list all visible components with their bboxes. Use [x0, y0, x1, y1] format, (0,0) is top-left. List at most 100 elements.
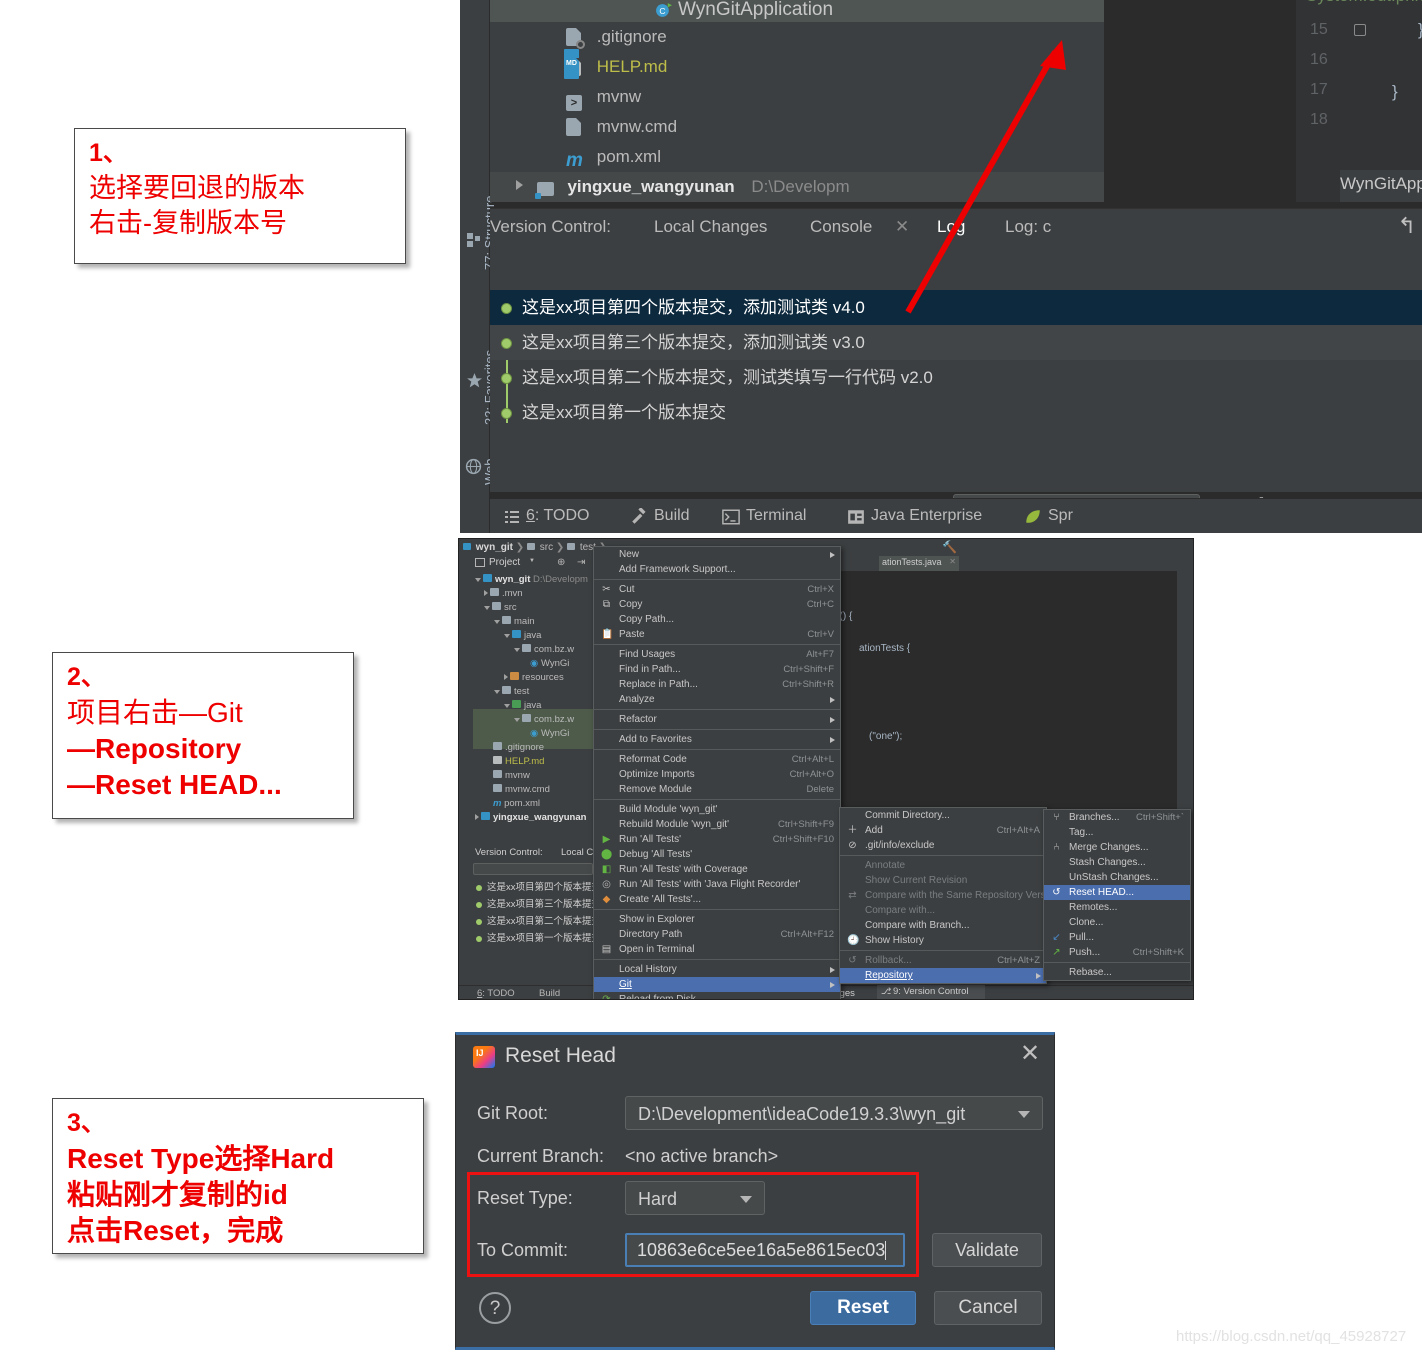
menu-item-optimize-imports[interactable]: Optimize Imports Ctrl+Alt+O — [594, 767, 840, 782]
tree-item-yingxue-wangyunan[interactable]: yingxue_wangyunan — [473, 811, 601, 825]
statusbar-java-enterprise[interactable]: Java Enterprise — [871, 507, 982, 525]
tree-item-wyngit-class[interactable]: ◉ WynGi — [473, 657, 601, 671]
menu-item-paste[interactable]: 📋 Paste Ctrl+V — [594, 627, 840, 642]
validate-button[interactable]: Validate — [932, 1233, 1042, 1267]
menu-item-find-in-path[interactable]: Find in Path... Ctrl+Shift+F — [594, 662, 840, 677]
menu-item-git-info-exclude[interactable]: ⊘ .git/info/exclude — [840, 838, 1046, 853]
menu-item-compare-with-branch[interactable]: Compare with Branch... — [840, 918, 1046, 933]
close-icon[interactable]: ✕ — [1018, 1042, 1042, 1067]
reset-button[interactable]: Reset — [810, 1291, 916, 1325]
chevron-down-icon[interactable] — [494, 620, 500, 624]
menu-item-remove-module[interactable]: Remove Module Delete — [594, 782, 840, 797]
menu-item-rebase[interactable]: Rebase... — [1044, 965, 1190, 980]
statusbar-terminal[interactable]: Terminal — [746, 507, 806, 525]
target-icon[interactable]: ⊕ — [557, 557, 565, 568]
tree-item-help-md[interactable]: MD HELP.md — [490, 49, 1104, 82]
tree-item-help-md[interactable]: HELP.md — [473, 755, 601, 769]
menu-item-copy[interactable]: ⧉ Copy Ctrl+C — [594, 597, 840, 612]
menu-item-clone[interactable]: Clone... — [1044, 915, 1190, 930]
tree-item-main-java[interactable]: java — [473, 629, 601, 643]
tab-log[interactable]: Log — [937, 217, 965, 237]
menu-item-git[interactable]: Git — [594, 977, 840, 992]
chevron-down-icon[interactable] — [475, 578, 481, 582]
menu-item-tag[interactable]: Tag... — [1044, 825, 1190, 840]
menu-item-new[interactable]: New — [594, 547, 840, 562]
menu-item-repository[interactable]: Repository — [840, 968, 1046, 983]
menu-item-directory-path[interactable]: Directory Path Ctrl+Alt+F12 — [594, 927, 840, 942]
menu-item-rebuild-module[interactable]: Rebuild Module 'wyn_git' Ctrl+Shift+F9 — [594, 817, 840, 832]
menu-item-show-in-explorer[interactable]: Show in Explorer — [594, 912, 840, 927]
collapse-icon[interactable]: ⇥ — [577, 557, 585, 568]
git-root-select[interactable]: D:\Development\ideaCode19.3.3\wyn_git — [625, 1096, 1043, 1130]
statusbar-build[interactable]: Build — [539, 988, 560, 999]
menu-item-merge-changes[interactable]: ⑃ Merge Changes... — [1044, 840, 1190, 855]
open-file-tab[interactable]: ationTests.java ✕ — [879, 556, 959, 571]
menu-item-commit-directory[interactable]: Commit Directory... — [840, 808, 1046, 823]
tree-item-package-main[interactable]: com.bz.w — [473, 643, 601, 657]
tree-item-mvnw[interactable]: mvnw — [473, 769, 601, 783]
menu-item-remotes[interactable]: Remotes... — [1044, 900, 1190, 915]
menu-item-reload-from-disk[interactable]: ⟳ Reload from Disk — [594, 992, 840, 999]
menu-item-reset-head[interactable]: ↺ Reset HEAD... — [1044, 885, 1190, 900]
menu-item-show-history[interactable]: 🕘 Show History — [840, 933, 1046, 948]
chevron-down-icon[interactable] — [514, 718, 520, 722]
tree-item-gitignore[interactable]: .gitignore — [490, 22, 1104, 52]
menu-item-run-all-tests-coverage[interactable]: ◧ Run 'All Tests' with Coverage — [594, 862, 840, 877]
editor-tab[interactable]: C WynGitApplication — [490, 0, 1104, 22]
menu-item-copy-path[interactable]: Copy Path... — [594, 612, 840, 627]
commit-row[interactable]: 这是xx项目第二个版本提交，测试类填写一行代码 v2.0 — [490, 360, 1422, 395]
chevron-right-icon[interactable] — [504, 674, 508, 680]
help-button[interactable]: ? — [479, 1292, 511, 1324]
commit-row[interactable]: 这是xx项目第一个版本提交 — [490, 395, 1422, 430]
menu-item-find-usages[interactable]: Find Usages Alt+F7 — [594, 647, 840, 662]
hammer-icon[interactable]: 🔨 — [942, 540, 957, 554]
tab-console[interactable]: Console — [810, 217, 872, 237]
tree-item-src[interactable]: src — [473, 601, 601, 615]
statusbar-version-control-button[interactable]: ⎇ 9: Version Control — [877, 985, 985, 999]
chevron-down-icon[interactable] — [514, 648, 520, 652]
chevron-down-icon[interactable] — [484, 606, 490, 610]
menu-item-analyze[interactable]: Analyze — [594, 692, 840, 707]
menu-item-build-module[interactable]: Build Module 'wyn_git' — [594, 802, 840, 817]
fold-marker-icon[interactable] — [1354, 24, 1366, 36]
tab-local-changes[interactable]: Local Changes — [654, 217, 767, 237]
tree-item-wyngit-test-class[interactable]: ◉ WynGi — [473, 727, 601, 741]
search-input[interactable] — [473, 863, 593, 875]
chevron-down-icon[interactable] — [504, 634, 510, 638]
tree-item-gitignore[interactable]: .gitignore — [473, 741, 601, 755]
tree-item-mvnw-cmd[interactable]: mvnw.cmd — [473, 783, 601, 797]
tree-item-pom-xml[interactable]: m pom.xml — [490, 142, 1104, 172]
statusbar-todo-label[interactable]: : TODO — [535, 507, 590, 524]
project-label[interactable]: Project — [489, 557, 520, 568]
menu-item-reformat-code[interactable]: Reformat Code Ctrl+Alt+L — [594, 752, 840, 767]
menu-item-pull[interactable]: ↙ Pull... — [1044, 930, 1190, 945]
tree-item-test[interactable]: test — [473, 685, 601, 699]
tree-item-package-test[interactable]: com.bz.w — [473, 713, 601, 727]
breadcrumb-item[interactable]: wyn_git — [476, 542, 513, 553]
menu-item-branches[interactable]: ⑂ Branches... Ctrl+Shift+` — [1044, 810, 1190, 825]
chevron-down-icon[interactable]: ▼ — [529, 558, 535, 564]
tree-item-yingxue-wangyunan[interactable]: yingxue_wangyunan D:\Developm — [490, 172, 1104, 202]
commit-row[interactable]: 这是xx项目第三个版本提交，添加测试类 v3.0 — [490, 325, 1422, 360]
close-icon[interactable]: ✕ — [895, 217, 909, 237]
menu-item-add-framework-support[interactable]: Add Framework Support... — [594, 562, 840, 577]
chevron-right-icon[interactable] — [484, 590, 488, 596]
tab-log-c[interactable]: Log: c — [1005, 217, 1051, 237]
tree-item-mvn[interactable]: .mvn — [473, 587, 601, 601]
tree-item-test-java[interactable]: java — [473, 699, 601, 713]
cancel-button[interactable]: Cancel — [934, 1291, 1042, 1325]
statusbar-todo-label[interactable]: : TODO — [482, 988, 514, 999]
statusbar-build[interactable]: Build — [654, 507, 690, 525]
chevron-right-icon[interactable] — [516, 180, 523, 190]
menu-item-cut[interactable]: ✂ Cut Ctrl+X — [594, 582, 840, 597]
statusbar-spring[interactable]: Spr — [1048, 507, 1073, 525]
tree-item-mvnw[interactable]: > mvnw — [490, 82, 1104, 112]
menu-item-local-history[interactable]: Local History — [594, 962, 840, 977]
menu-item-open-in-terminal[interactable]: ▤ Open in Terminal — [594, 942, 840, 957]
menu-item-stash-changes[interactable]: Stash Changes... — [1044, 855, 1190, 870]
breadcrumb-item[interactable]: src — [540, 542, 553, 553]
tree-item-main[interactable]: main — [473, 615, 601, 629]
menu-item-run-all-tests-jfr[interactable]: ◎ Run 'All Tests' with 'Java Flight Recor… — [594, 877, 840, 892]
tree-item-wyn-git[interactable]: wyn_git D:\Developm — [473, 573, 601, 587]
menu-item-run-all-tests[interactable]: ▶ Run 'All Tests' Ctrl+Shift+F10 — [594, 832, 840, 847]
